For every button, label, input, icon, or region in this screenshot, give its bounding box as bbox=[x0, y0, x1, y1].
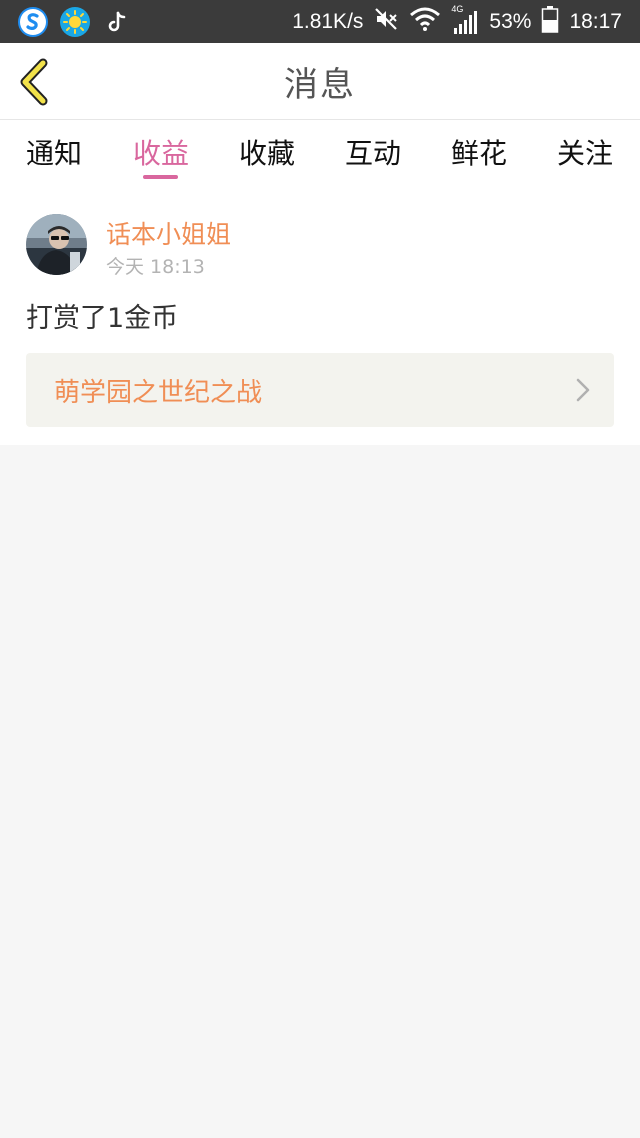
chevron-right-icon bbox=[576, 378, 590, 402]
tab-favorites[interactable]: 收藏 bbox=[227, 120, 307, 184]
tab-following[interactable]: 关注 bbox=[545, 120, 625, 184]
page-title: 消息 bbox=[284, 65, 356, 105]
browser-icon bbox=[18, 6, 48, 37]
avatar[interactable] bbox=[26, 214, 87, 275]
tab-bar: 通知 收益 收藏 互动 鲜花 关注 bbox=[0, 120, 640, 184]
message-text: 打赏了1金币 bbox=[26, 303, 179, 334]
message-item: 话本小姐姐 今天 18:13 打赏了1金币 萌学园之世纪之战 bbox=[0, 184, 640, 445]
weather-icon bbox=[60, 6, 90, 37]
back-button[interactable] bbox=[10, 55, 60, 109]
book-link[interactable]: 萌学园之世纪之战 bbox=[26, 353, 614, 427]
status-bar-right: 1.81K/s 4G 53% 18:17 bbox=[292, 4, 622, 38]
network-speed: 1.81K/s bbox=[292, 9, 364, 33]
sender-name[interactable]: 话本小姐姐 bbox=[106, 215, 231, 251]
book-title: 萌学园之世纪之战 bbox=[54, 377, 263, 408]
tab-interactions[interactable]: 互动 bbox=[333, 120, 413, 184]
tab-notifications[interactable]: 通知 bbox=[14, 120, 94, 184]
header: 消息 bbox=[0, 43, 640, 120]
status-bar-left bbox=[18, 6, 132, 37]
battery-icon bbox=[541, 5, 559, 38]
status-bar: 1.81K/s 4G 53% 18:17 bbox=[0, 0, 640, 43]
chevron-left-icon bbox=[20, 58, 48, 106]
message-time: 今天 18:13 bbox=[106, 256, 205, 278]
battery-percent: 53% bbox=[489, 9, 532, 33]
tiktok-icon bbox=[102, 7, 132, 37]
wifi-icon bbox=[409, 6, 441, 37]
mute-icon bbox=[373, 6, 399, 37]
clock: 18:17 bbox=[569, 9, 622, 33]
signal-icon: 4G bbox=[451, 4, 479, 36]
tab-flowers[interactable]: 鲜花 bbox=[439, 120, 519, 184]
active-tab-indicator bbox=[143, 175, 178, 179]
